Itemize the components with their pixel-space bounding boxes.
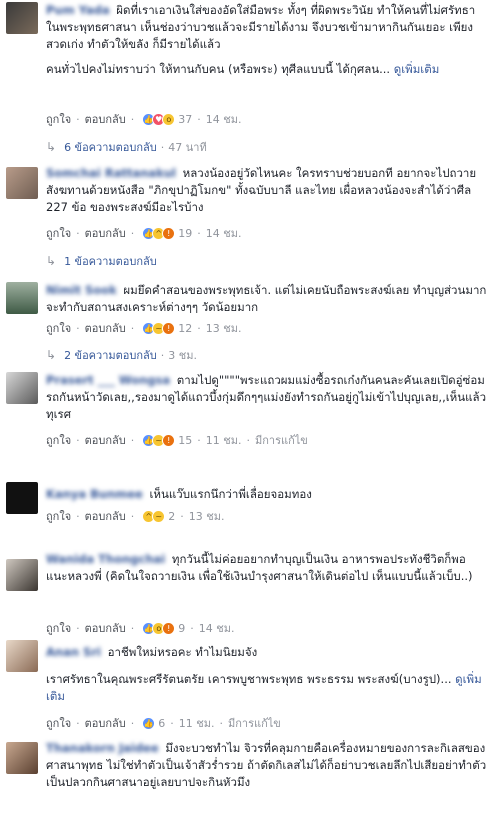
timestamp[interactable]: 13 ชม. [206, 319, 242, 337]
angry-reaction-icon: ! [162, 621, 176, 635]
comment-text-continued: เราศรัทธาในคุณพระศรีรัตนตรัย เคารพบูชาพร… [46, 672, 482, 703]
like-link[interactable]: ถูกใจ [46, 714, 71, 732]
comment-text: Thanakorn Jaidee มึงจะบวชทำไม จิวรที่คลุ… [46, 741, 487, 789]
wow-reaction-icon: o [162, 112, 176, 126]
reaction-count: 19 [178, 226, 193, 240]
reactions[interactable]: ^ ~ [142, 509, 166, 523]
reactions[interactable]: 👍 [142, 716, 156, 730]
comment-actions: ถูกใจ · ตอบกลับ · 👍 ~ ! 12 · 13 ชม. [46, 320, 241, 336]
reaction-count: 2 [168, 509, 176, 523]
reactions[interactable]: 👍 ^ ! [142, 226, 176, 240]
avatar[interactable] [6, 2, 38, 34]
comment-actions: ถูกใจ · ตอบกลับ · ^ ~ 2 · 13 ชม. [46, 508, 224, 524]
comment-actions: ถูกใจ · ตอบกลับ · 👍 ~ ! 15 · 11 ชม. · มี… [46, 432, 308, 448]
edited-label[interactable]: มีการแก้ไข [255, 431, 308, 449]
comment-text-continued: คนทั่วไปคงไม่ทราบว่า ให้ทานกับคน (หรือพร… [46, 62, 440, 76]
commenter-name[interactable]: Pum Yada [46, 3, 110, 17]
timestamp[interactable]: 14 ชม. [206, 224, 242, 242]
reply-link[interactable]: ตอบกลับ [85, 431, 126, 449]
like-link[interactable]: ถูกใจ [46, 619, 71, 637]
comment-actions: ถูกใจ · ตอบกลับ · 👍 ^ ! 19 · 14 ชม. [46, 225, 241, 241]
comment-text: Kanya Bunmee เห็นแว๊บแรกนึกว่าพี่เลื่อยจ… [46, 487, 312, 501]
replies-link[interactable]: ↳ 1 ข้อความตอบกลับ [46, 252, 157, 270]
reaction-count: 6 [158, 716, 166, 730]
angry-reaction-icon: ! [162, 226, 176, 240]
commenter-name[interactable]: Anan Sri [46, 645, 101, 659]
reply-arrow-icon: ↳ [46, 348, 57, 362]
comment-text: Pum Yada ผิดที่เราเอาเงินใส่ของอัดใส่มือ… [46, 3, 476, 51]
reaction-count: 37 [178, 112, 193, 126]
timestamp[interactable]: 11 ชม. [206, 431, 242, 449]
reply-link[interactable]: ตอบกลับ [85, 319, 126, 337]
reply-arrow-icon: ↳ [46, 254, 57, 268]
like-link[interactable]: ถูกใจ [46, 319, 71, 337]
comment-actions: ถูกใจ · ตอบกลับ · 👍 o ! 9 · 14 ชม. [46, 620, 234, 636]
angry-reaction-icon: ! [162, 321, 176, 335]
reply-link[interactable]: ตอบกลับ [85, 507, 126, 525]
comment-text: Nimit Sook ผมยึดคำสอนของพระพุทธเจ้า. แต่… [46, 283, 487, 314]
reaction-count: 15 [178, 433, 193, 447]
avatar[interactable] [6, 559, 38, 591]
reply-link[interactable]: ตอบกลับ [85, 110, 126, 128]
reactions[interactable]: 👍 ~ ! [142, 321, 176, 335]
avatar[interactable] [6, 742, 38, 774]
comment-text: Prasert ___ Wongsa ตามไปดู""""พระแถวผมแม… [46, 373, 487, 421]
like-link[interactable]: ถูกใจ [46, 110, 71, 128]
avatar[interactable] [6, 640, 38, 672]
reactions[interactable]: 👍 ~ ! [142, 433, 176, 447]
reply-link[interactable]: ตอบกลับ [85, 619, 126, 637]
avatar[interactable] [6, 482, 38, 514]
avatar[interactable] [6, 282, 38, 314]
reactions[interactable]: 👍 ♥ o [142, 112, 176, 126]
comment-actions: ถูกใจ · ตอบกลับ · 👍 ♥ o 37 · 14 ชม. [46, 111, 241, 127]
like-link[interactable]: ถูกใจ [46, 507, 71, 525]
reaction-count: 9 [178, 621, 186, 635]
sad-reaction-icon: ~ [152, 509, 166, 523]
reaction-count: 12 [178, 321, 193, 335]
reactions[interactable]: 👍 o ! [142, 621, 176, 635]
like-link[interactable]: ถูกใจ [46, 431, 71, 449]
replies-link[interactable]: ↳ 6 ข้อความตอบกลับ · 47 นาที [46, 138, 207, 156]
angry-reaction-icon: ! [162, 433, 176, 447]
comment-text: Wanida Thongchai ทุกวันนี้ไม่ค่อยอยากทำบ… [46, 552, 473, 583]
like-link[interactable]: ถูกใจ [46, 224, 71, 242]
avatar[interactable] [6, 372, 38, 404]
like-reaction-icon: 👍 [142, 716, 156, 730]
commenter-name[interactable]: Wanida Thongchai [46, 552, 165, 566]
timestamp[interactable]: 11 ชม. [179, 714, 215, 732]
comment-text: Anan Sri อาชีพใหม่หรอคะ ทำไมนิยมจัง [46, 645, 258, 659]
avatar[interactable] [6, 167, 38, 199]
timestamp[interactable]: 14 ชม. [206, 110, 242, 128]
timestamp[interactable]: 13 ชม. [189, 507, 225, 525]
commenter-name[interactable]: Kanya Bunmee [46, 487, 143, 501]
commenter-name[interactable]: Thanakorn Jaidee [46, 741, 159, 755]
comment-actions: ถูกใจ · ตอบกลับ · 👍 6 · 11 ชม. · มีการแก… [46, 715, 281, 731]
reply-arrow-icon: ↳ [46, 140, 57, 154]
replies-link[interactable]: ↳ 2 ข้อความตอบกลับ · 3 ชม. [46, 346, 197, 364]
edited-label[interactable]: มีการแก้ไข [228, 714, 281, 732]
comment-text: Somchai Rattanakul หลวงน้องอยู่วัดไหนคะ … [46, 166, 477, 214]
see-more-link[interactable]: ดูเพิ่มเติม [394, 62, 440, 76]
commenter-name[interactable]: Prasert ___ Wongsa [46, 373, 170, 387]
reply-link[interactable]: ตอบกลับ [85, 224, 126, 242]
timestamp[interactable]: 14 ชม. [199, 619, 235, 637]
commenter-name[interactable]: Somchai Rattanakul [46, 166, 176, 180]
commenter-name[interactable]: Nimit Sook [46, 283, 117, 297]
reply-link[interactable]: ตอบกลับ [85, 714, 126, 732]
